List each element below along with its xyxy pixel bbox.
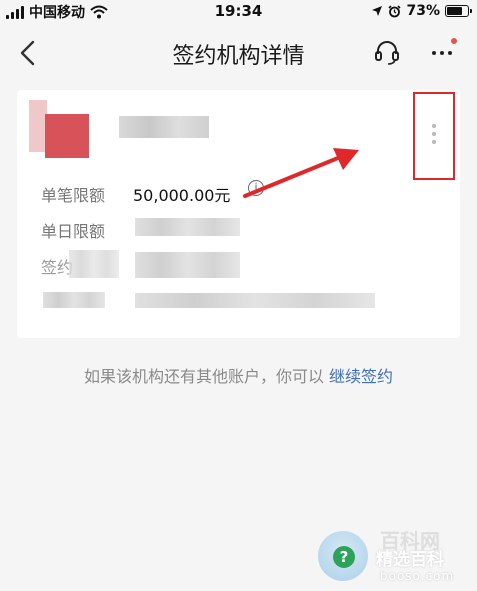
hint-text: 如果该机构还有其他账户，你可以: [83, 367, 330, 386]
continue-sign-hint: 如果该机构还有其他账户，你可以 继续签约: [0, 363, 477, 387]
vertical-dot: [432, 140, 436, 144]
continue-sign-link[interactable]: 继续签约: [329, 367, 393, 386]
card-menu-button[interactable]: [413, 92, 455, 180]
sign-value-redacted: [135, 252, 240, 278]
institution-card: 单笔限额 50,000.00元 i 单日限额 签约: [17, 90, 460, 338]
status-bar: 中国移动 19:34 73%: [0, 0, 477, 22]
single-limit-value: 50,000.00元: [133, 186, 231, 205]
single-limit-label: 单笔限额: [41, 186, 106, 205]
navigation-bar: 签约机构详情: [0, 22, 477, 84]
institution-name-redacted: [119, 116, 209, 138]
sign-label-redacted: [69, 250, 119, 278]
headset-icon[interactable]: [372, 37, 402, 67]
vertical-dot: [432, 132, 436, 136]
institution-logo: [45, 114, 89, 158]
alarm-icon: [388, 4, 402, 17]
daily-limit-redacted: [135, 218, 240, 236]
row4-value-redacted: [135, 293, 375, 308]
location-icon: [372, 6, 383, 16]
battery-icon: [445, 5, 472, 17]
watermark-domain: booso.com: [380, 569, 455, 583]
daily-limit-label: 单日限额: [41, 222, 106, 241]
battery-percent: 73%: [406, 3, 440, 19]
page-title: 签约机构详情: [172, 44, 305, 69]
notification-dot: [451, 38, 457, 44]
vertical-dot: [432, 124, 436, 128]
row4-label-redacted: [43, 292, 105, 308]
watermark-title: 精选百科: [376, 550, 444, 570]
more-options-button[interactable]: [426, 36, 460, 66]
info-icon[interactable]: i: [248, 180, 264, 196]
question-icon: ?: [333, 546, 355, 568]
